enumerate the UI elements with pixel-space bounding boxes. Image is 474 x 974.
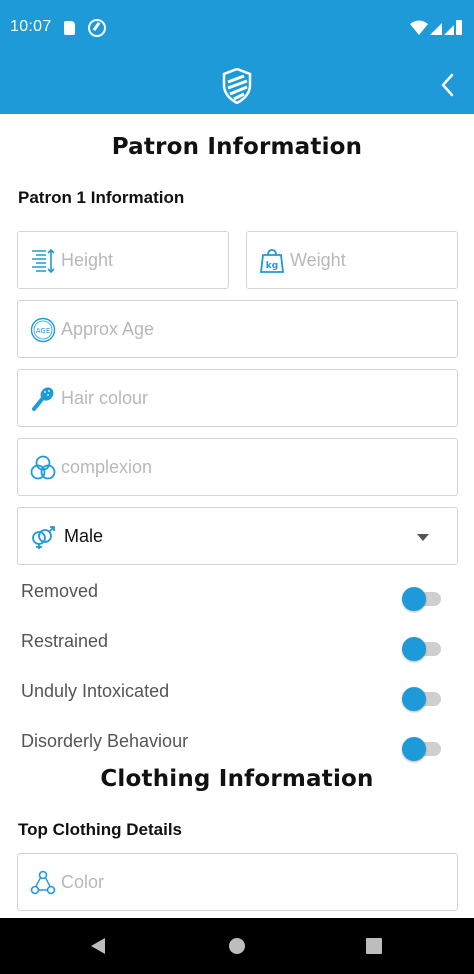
toggle-row-restrained: Restrained <box>0 631 474 671</box>
chevron-left-icon[interactable] <box>440 73 454 97</box>
gender-icon <box>32 526 55 549</box>
app-bar <box>0 58 474 114</box>
toggle-label: Removed <box>21 581 99 601</box>
svg-text:AGE: AGE <box>36 327 51 335</box>
toggle-switch[interactable] <box>402 587 426 611</box>
status-bar: 10:07 <box>0 0 474 58</box>
svg-text:kg: kg <box>266 261 278 271</box>
toggle-label: Unduly Intoxicated <box>21 681 170 701</box>
weight-kg-icon: kg <box>259 249 285 273</box>
wifi-icon <box>410 20 428 35</box>
nav-home-icon[interactable] <box>228 937 246 955</box>
clothing-subtitle: Top Clothing Details <box>18 820 183 839</box>
nav-recents-icon[interactable] <box>366 938 382 954</box>
hairbrush-icon <box>32 387 54 411</box>
patron-section-title: Patron Information <box>111 134 363 160</box>
toggle-row-removed: Removed <box>0 581 474 621</box>
height-field[interactable]: Height <box>17 231 229 289</box>
form-content[interactable]: Patron Information Patron 1 Information … <box>0 114 474 918</box>
system-nav-bar <box>0 918 474 974</box>
complexion-field[interactable]: complexion <box>17 438 458 496</box>
weight-placeholder: Weight <box>290 250 346 270</box>
sd-card-icon <box>64 21 75 35</box>
toggle-label: Disorderly Behaviour <box>21 731 189 751</box>
age-field[interactable]: AGE Approx Age <box>17 300 458 358</box>
status-right-icons <box>410 20 462 35</box>
height-ruler-icon <box>32 248 55 274</box>
toggle-switch[interactable] <box>402 737 426 761</box>
battery-icon <box>456 20 462 35</box>
patron-subtitle: Patron 1 Information <box>18 188 185 207</box>
clothing-color-field[interactable]: Color <box>17 853 458 911</box>
complexion-circles-icon <box>30 455 56 480</box>
weight-field[interactable]: kg Weight <box>246 231 458 289</box>
height-placeholder: Height <box>61 250 114 270</box>
signal-icon <box>430 23 442 35</box>
clothing-color-placeholder: Color <box>61 872 105 892</box>
toggle-switch[interactable] <box>402 637 426 661</box>
gender-selected-value: Male <box>64 526 104 546</box>
toggle-switch[interactable] <box>402 687 426 711</box>
hair-colour-field[interactable]: Hair colour <box>17 369 458 427</box>
shield-logo-icon <box>222 68 252 104</box>
toggle-row-unduly-intoxicated: Unduly Intoxicated <box>0 681 474 721</box>
vpn-icon <box>88 19 106 37</box>
toggle-label: Restrained <box>21 631 109 651</box>
age-placeholder: Approx Age <box>61 319 155 339</box>
nav-back-icon[interactable] <box>89 937 107 955</box>
age-badge-icon: AGE <box>30 317 56 343</box>
gender-select[interactable]: Male <box>17 507 458 565</box>
clothing-section-title: Clothing Information <box>100 766 374 792</box>
color-circles-icon <box>30 870 56 895</box>
chevron-down-icon <box>417 534 429 541</box>
toggle-row-disorderly-behaviour: Disorderly Behaviour <box>0 731 474 771</box>
complexion-placeholder: complexion <box>61 457 153 477</box>
status-time: 10:07 <box>10 18 52 35</box>
hair-colour-placeholder: Hair colour <box>61 388 149 408</box>
